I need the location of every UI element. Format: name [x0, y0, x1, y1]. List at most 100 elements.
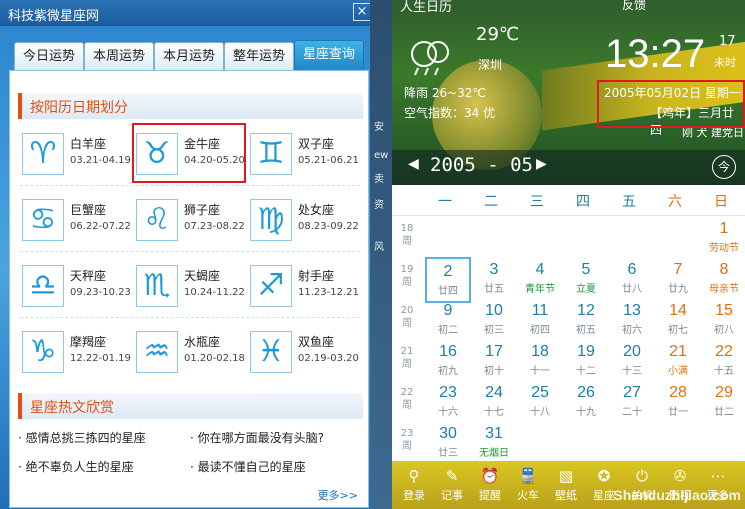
- article-link[interactable]: · 最读不懂自己的星座: [190, 458, 306, 475]
- zodiac-item[interactable]: ♍ 处女座 08.23-09.22: [250, 195, 366, 247]
- zodiac-item[interactable]: ♑ 摩羯座 12.22-01.19: [22, 327, 138, 379]
- tab-today[interactable]: 今日运势: [14, 42, 84, 71]
- lunar-day: 廿九: [668, 284, 688, 295]
- day-cell[interactable]: 3 廿五: [471, 257, 517, 303]
- lunar-day: 初七: [668, 325, 688, 336]
- day-cell[interactable]: 7 廿九: [655, 257, 701, 303]
- section-title: 星座热文欣赏: [30, 400, 114, 416]
- day-cell[interactable]: 16 初九: [425, 339, 471, 385]
- toolbar-label: 星座: [593, 489, 615, 502]
- day-cell[interactable]: 14 初七: [655, 298, 701, 344]
- lunar-day: 廿一: [668, 407, 688, 418]
- day-cell[interactable]: 24 十七: [471, 380, 517, 426]
- tab-week[interactable]: 本周运势: [84, 42, 154, 71]
- day-number: 17: [485, 343, 503, 360]
- window-titlebar: 科技紫微星座网 ×: [0, 0, 377, 26]
- feedback-link[interactable]: 反馈: [622, 0, 646, 13]
- tab-zodiac-query[interactable]: 星座查询: [294, 40, 364, 71]
- cloud-rain-icon: [411, 41, 449, 76]
- toolbar-button[interactable]: ⏰ 提醒: [472, 465, 508, 503]
- toolbar-button[interactable]: ⚲ 登录: [396, 465, 432, 503]
- day-cell[interactable]: 17 初十: [471, 339, 517, 385]
- article-link[interactable]: · 你在哪方面最没有头脑?: [190, 429, 324, 446]
- zodiac-symbol-icon: ♏: [136, 265, 178, 307]
- zodiac-item[interactable]: ♐ 射手座 11.23-12.21: [250, 261, 366, 313]
- zodiac-item[interactable]: ♎ 天秤座 09.23-10.23: [22, 261, 138, 313]
- day-cell[interactable]: 26 十九: [563, 380, 609, 426]
- zodiac-item[interactable]: ♒ 水瓶座 01.20-02.18: [136, 327, 252, 379]
- city-name[interactable]: 深圳: [478, 56, 502, 73]
- weekday-label: 一: [438, 194, 452, 210]
- zodiac-symbol-icon: ♑: [22, 331, 64, 373]
- day-number: 7: [673, 261, 683, 278]
- day-cell[interactable]: 29 廿二: [701, 380, 745, 426]
- zodiac-name: 射手座: [298, 269, 335, 283]
- day-cell[interactable]: 18 十一: [517, 339, 563, 385]
- article-link[interactable]: · 绝不辜负人生的星座: [18, 458, 134, 475]
- weekday-label: 日: [714, 194, 728, 210]
- toolbar-button[interactable]: 🚆 火车: [510, 465, 546, 503]
- temperature: 29℃: [476, 24, 520, 45]
- zodiac-item[interactable]: ♊ 双子座 05.21-06.21: [250, 129, 366, 181]
- day-cell[interactable]: 9 初二: [425, 298, 471, 344]
- lunar-day: 初六: [622, 325, 642, 336]
- zodiac-item[interactable]: ♌ 狮子座 07.23-08.22: [136, 195, 252, 247]
- today-button[interactable]: 今: [712, 155, 736, 179]
- weekday-label: 二: [484, 194, 498, 210]
- watermark: Shenduzhijiao.com: [613, 487, 741, 503]
- toolbar-icon: ⏰: [480, 467, 500, 485]
- zodiac-item[interactable]: ♏ 天蝎座 10.24-11.22: [136, 261, 252, 313]
- day-cell[interactable]: 1 劳动节: [701, 216, 745, 262]
- strip-text: 风: [374, 242, 384, 253]
- zodiac-item[interactable]: ♓ 双鱼座 02.19-03.20: [250, 327, 366, 379]
- weekday-label: 六: [668, 194, 682, 210]
- tab-month[interactable]: 本月运势: [154, 42, 224, 71]
- day-number: 20: [623, 343, 641, 360]
- day-number: 16: [439, 343, 457, 360]
- article-link[interactable]: · 感情总挑三拣四的星座: [18, 429, 146, 446]
- tab-year[interactable]: 整年运势: [224, 42, 294, 71]
- more-link[interactable]: 更多>>: [318, 487, 358, 503]
- lunar-day: 十七: [484, 407, 504, 418]
- zodiac-dates: 11.23-12.21: [298, 287, 359, 298]
- week-number: 22 周: [400, 387, 414, 411]
- day-cell[interactable]: 23 十六: [425, 380, 471, 426]
- day-cell[interactable]: 13 初六: [609, 298, 655, 344]
- close-icon[interactable]: ×: [353, 3, 371, 21]
- day-cell[interactable]: 25 十八: [517, 380, 563, 426]
- zodiac-item[interactable]: ♈ 白羊座 03.21-04.19: [22, 129, 138, 181]
- day-cell[interactable]: 19 十二: [563, 339, 609, 385]
- day-cell[interactable]: 28 廿一: [655, 380, 701, 426]
- zodiac-symbol-icon: ♓: [250, 331, 292, 373]
- toolbar-button[interactable]: ▧ 壁纸: [548, 465, 584, 503]
- day-cell[interactable]: 15 初八: [701, 298, 745, 344]
- day-cell[interactable]: 20 十三: [609, 339, 655, 385]
- day-cell[interactable]: 6 廿八: [609, 257, 655, 303]
- zodiac-symbol-icon: ♋: [22, 199, 64, 241]
- highlight-box: [597, 80, 745, 128]
- week-number: 23 周: [400, 428, 414, 452]
- day-cell[interactable]: 4 青年节: [517, 257, 563, 303]
- day-cell[interactable]: 5 立夏: [563, 257, 609, 303]
- day-cell[interactable]: 11 初四: [517, 298, 563, 344]
- day-number: 6: [627, 261, 637, 278]
- day-cell[interactable]: 2 廿四: [425, 257, 471, 303]
- lunar-day: 初十: [484, 366, 504, 377]
- day-cell[interactable]: 10 初三: [471, 298, 517, 344]
- zodiac-symbol-icon: ♈: [22, 133, 64, 175]
- day-cell[interactable]: 21 小满: [655, 339, 701, 385]
- day-cell[interactable]: 22 十五: [701, 339, 745, 385]
- day-number: 3: [489, 261, 499, 278]
- toolbar-button[interactable]: ✎ 记事: [434, 465, 470, 503]
- day-cell[interactable]: 12 初五: [563, 298, 609, 344]
- next-month-icon[interactable]: ▶: [536, 156, 547, 172]
- zodiac-item[interactable]: ♋ 巨蟹座 06.22-07.22: [22, 195, 138, 247]
- highlight-box: [132, 123, 246, 183]
- zodiac-dates: 08.23-09.22: [298, 221, 359, 232]
- zodiac-name: 巨蟹座: [70, 203, 107, 217]
- prev-month-icon[interactable]: ◀: [408, 156, 419, 172]
- day-cell[interactable]: 8 母亲节: [701, 257, 745, 303]
- day-cell[interactable]: 27 二十: [609, 380, 655, 426]
- day-number: 27: [623, 384, 641, 401]
- lunar-day: 初五: [576, 325, 596, 336]
